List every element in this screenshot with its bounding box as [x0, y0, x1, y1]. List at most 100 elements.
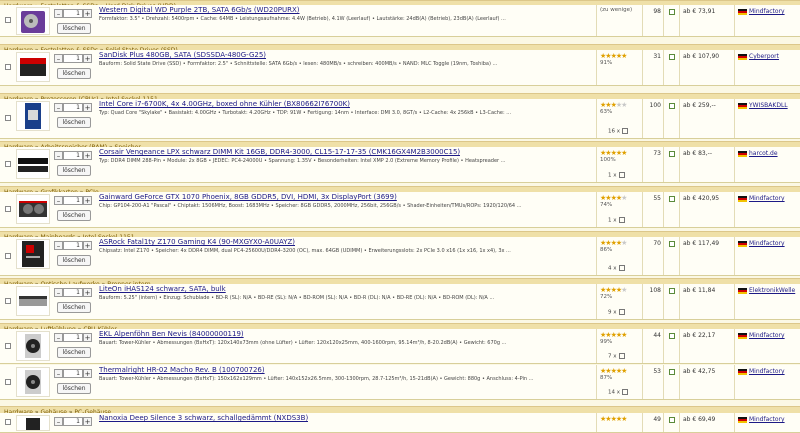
shop-link[interactable]: Mindfactory	[749, 416, 785, 423]
compare-checkbox[interactable]	[669, 369, 675, 375]
quantity-stepper[interactable]: –1 +	[54, 54, 92, 63]
increment-button[interactable]: +	[83, 196, 92, 205]
increment-button[interactable]: +	[83, 288, 92, 297]
select-checkbox[interactable]	[5, 115, 11, 121]
select-checkbox[interactable]	[5, 343, 11, 349]
quantity-input[interactable]: 1	[63, 9, 83, 18]
shop-link[interactable]: Mindfactory	[749, 332, 785, 339]
delete-button[interactable]: löschen	[57, 302, 91, 313]
select-checkbox[interactable]	[5, 64, 11, 70]
increment-button[interactable]: +	[83, 103, 92, 112]
quantity-stepper[interactable]: –1 +	[54, 196, 92, 205]
decrement-button[interactable]: –	[54, 333, 63, 342]
delete-button[interactable]: löschen	[57, 383, 91, 394]
offers-multiplier[interactable]: 4 x	[608, 265, 625, 272]
rating-cell: ★★★★★ 72%	[600, 286, 642, 300]
product-name-link[interactable]: Western Digital WD Purple 2TB, SATA 6Gb/…	[99, 6, 300, 14]
increment-button[interactable]: +	[83, 54, 92, 63]
increment-button[interactable]: +	[83, 369, 92, 378]
quantity-stepper[interactable]: –1 +	[54, 333, 92, 342]
product-name-link[interactable]: EKL Alpenföhn Ben Nevis (84000000119)	[99, 330, 244, 338]
delete-button[interactable]: löschen	[57, 68, 91, 79]
shop-link[interactable]: Mindfactory	[749, 8, 785, 15]
offers-multiplier[interactable]: 1 x	[608, 217, 625, 224]
quantity-input[interactable]: 1	[63, 151, 83, 160]
decrement-button[interactable]: –	[54, 196, 63, 205]
offers-multiplier[interactable]: 9 x	[608, 309, 625, 316]
decrement-button[interactable]: –	[54, 369, 63, 378]
compare-checkbox[interactable]	[669, 151, 675, 157]
quantity-input[interactable]: 1	[63, 288, 83, 297]
increment-button[interactable]: +	[83, 417, 92, 426]
product-name-link[interactable]: Corsair Vengeance LPX schwarz DIMM Kit 1…	[99, 148, 460, 156]
quantity-input[interactable]: 1	[63, 196, 83, 205]
delete-button[interactable]: löschen	[57, 347, 91, 358]
quantity-stepper[interactable]: –1 +	[54, 369, 92, 378]
select-checkbox[interactable]	[5, 298, 11, 304]
compare-checkbox[interactable]	[669, 9, 675, 15]
delete-button[interactable]: löschen	[57, 255, 91, 266]
quantity-input[interactable]: 1	[63, 241, 83, 250]
select-checkbox[interactable]	[5, 161, 11, 167]
decrement-button[interactable]: –	[54, 417, 63, 426]
decrement-button[interactable]: –	[54, 54, 63, 63]
select-checkbox[interactable]	[5, 379, 11, 385]
select-checkbox[interactable]	[5, 253, 11, 259]
shop-link[interactable]: harcot.de	[749, 150, 778, 157]
shop-link[interactable]: Mindfactory	[749, 240, 785, 247]
compare-checkbox[interactable]	[669, 333, 675, 339]
quantity-input[interactable]: 1	[63, 417, 83, 426]
compare-checkbox[interactable]	[669, 103, 675, 109]
quantity-stepper[interactable]: –1 +	[54, 151, 92, 160]
shop-link[interactable]: Mindfactory	[749, 368, 785, 375]
quantity-stepper[interactable]: –1 +	[54, 417, 92, 426]
increment-button[interactable]: +	[83, 9, 92, 18]
star-icon: ★	[621, 239, 627, 247]
compare-checkbox[interactable]	[669, 288, 675, 294]
compare-checkbox[interactable]	[669, 54, 675, 60]
delete-button[interactable]: löschen	[57, 210, 91, 221]
shop-link[interactable]: YWISBAKDLL	[749, 102, 788, 109]
quantity-stepper[interactable]: –1 +	[54, 288, 92, 297]
product-row: –1 + löschen Thermalright HR-02 Macho Rev. …	[0, 365, 800, 400]
product-name-link[interactable]: SanDisk Plus 480GB, SATA (SDSSDA-480G-G2…	[99, 51, 266, 59]
increment-button[interactable]: +	[83, 151, 92, 160]
decrement-button[interactable]: –	[54, 288, 63, 297]
increment-button[interactable]: +	[83, 241, 92, 250]
compare-checkbox[interactable]	[669, 241, 675, 247]
delete-button[interactable]: löschen	[57, 117, 91, 128]
product-name-link[interactable]: Gainward GeForce GTX 1070 Phoenix, 8GB G…	[99, 193, 397, 201]
delete-button[interactable]: löschen	[57, 23, 91, 34]
quantity-input[interactable]: 1	[63, 333, 83, 342]
decrement-button[interactable]: –	[54, 151, 63, 160]
product-name-link[interactable]: Nanoxia Deep Silence 3 schwarz, schallge…	[99, 414, 308, 422]
select-checkbox[interactable]	[5, 206, 11, 212]
decrement-button[interactable]: –	[54, 241, 63, 250]
offers-multiplier[interactable]: 1 x	[608, 172, 625, 179]
increment-button[interactable]: +	[83, 333, 92, 342]
delete-button[interactable]: löschen	[57, 165, 91, 176]
shop-link[interactable]: ElektronikWelle	[749, 287, 795, 294]
offers-multiplier[interactable]: 14 x	[608, 389, 629, 396]
quantity-input[interactable]: 1	[63, 369, 83, 378]
shop-link[interactable]: Mindfactory	[749, 195, 785, 202]
product-name-link[interactable]: LiteOn iHAS124 schwarz, SATA, bulk	[99, 285, 226, 293]
quantity-input[interactable]: 1	[63, 103, 83, 112]
select-checkbox[interactable]	[5, 419, 11, 425]
quantity-stepper[interactable]: –1 +	[54, 241, 92, 250]
shop-link[interactable]: Cyberport	[749, 53, 779, 60]
decrement-button[interactable]: –	[54, 103, 63, 112]
decrement-button[interactable]: –	[54, 9, 63, 18]
quantity-input[interactable]: 1	[63, 54, 83, 63]
product-name-link[interactable]: ASRock Fatal1ty Z170 Gaming K4 (90-MXGYX…	[99, 238, 295, 246]
offers-multiplier[interactable]: 7 x	[608, 353, 625, 360]
drive-icon	[16, 286, 50, 316]
product-name-link[interactable]: Intel Core i7-6700K, 4x 4.00GHz, boxed o…	[99, 100, 350, 108]
product-name-link[interactable]: Thermalright HR-02 Macho Rev. B (1007007…	[99, 366, 265, 374]
quantity-stepper[interactable]: –1 +	[54, 103, 92, 112]
offers-multiplier[interactable]: 16 x	[608, 128, 629, 135]
select-checkbox[interactable]	[5, 17, 11, 23]
quantity-stepper[interactable]: –1 +	[54, 9, 92, 18]
column-divider	[663, 237, 664, 275]
compare-checkbox[interactable]	[669, 196, 675, 202]
